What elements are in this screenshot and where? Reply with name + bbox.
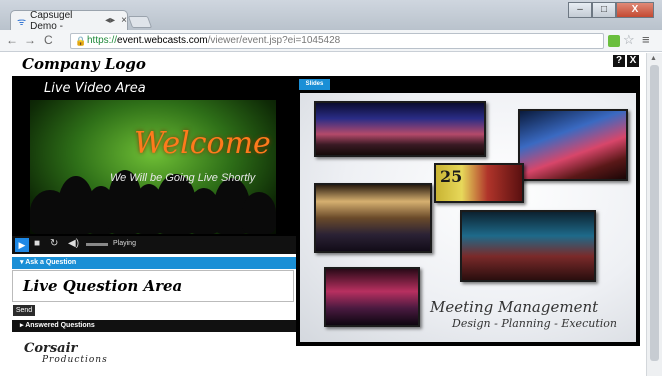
lock-icon: 🔒: [75, 36, 87, 46]
maximize-button[interactable]: □: [592, 2, 616, 18]
answered-questions-header[interactable]: ▸ Answered Questions: [12, 320, 296, 332]
anniversary-badge: 25: [440, 167, 463, 186]
event-photo: 25: [434, 163, 524, 203]
browser-tab[interactable]: ᯤ Capsugel Demo - ◂▸ ×: [10, 9, 128, 32]
event-photo: [518, 109, 628, 181]
tab-title: Capsugel Demo -: [30, 9, 73, 32]
bookmark-star-icon[interactable]: ☆: [623, 32, 635, 48]
going-live-text: We Will be Going Live Shortly: [110, 172, 256, 184]
video-player[interactable]: Live Video Area Welcome We Will be Going…: [12, 76, 296, 236]
answered-questions-label: ▸ Answered Questions: [20, 322, 95, 329]
ask-question-header[interactable]: ▾ Ask a Question: [12, 257, 296, 269]
corsair-logo-sub: Productions: [42, 355, 108, 365]
url-path: /viewer/event.jsp?ei=1045428: [207, 35, 341, 46]
event-photo: [314, 101, 486, 157]
refresh-icon[interactable]: ↻: [50, 238, 58, 249]
browser-titlebar: ᯤ Capsugel Demo - ◂▸ × – □ X: [0, 0, 662, 32]
welcome-text: Welcome: [134, 126, 271, 161]
tab-slides[interactable]: Slides: [299, 79, 330, 90]
url-scheme: https://: [87, 35, 118, 46]
volume-icon[interactable]: ◀): [68, 238, 79, 249]
slide-image: 25 Meeting Management Design - Planning …: [300, 93, 636, 342]
close-button[interactable]: X: [627, 55, 639, 67]
ask-question-label: ▾ Ask a Question: [20, 259, 77, 266]
minimize-button[interactable]: –: [568, 2, 592, 18]
back-icon[interactable]: ←: [6, 33, 18, 47]
question-area-label: Live Question Area: [23, 277, 183, 295]
stop-icon[interactable]: ■: [34, 238, 40, 249]
volume-slider[interactable]: [86, 243, 108, 246]
slide-title: Meeting Management: [430, 298, 599, 316]
corsair-logo: Corsair: [24, 341, 78, 356]
page-header: Company Logo ? X: [0, 53, 646, 75]
scroll-thumb[interactable]: [650, 65, 659, 361]
url-host: event.webcasts.com: [117, 35, 208, 46]
extension-icon[interactable]: [608, 35, 620, 47]
reload-icon[interactable]: C: [44, 33, 53, 47]
broadcast-icon: ᯤ: [17, 16, 27, 28]
question-input[interactable]: Live Question Area: [12, 270, 294, 302]
address-bar[interactable]: 🔒 https://event.webcasts.com/viewer/even…: [70, 33, 604, 49]
browser-toolbar: ← → C 🔒 https://event.webcasts.com/viewe…: [0, 30, 662, 52]
page-scrollbar[interactable]: ▲: [646, 53, 662, 376]
company-logo: Company Logo: [22, 55, 146, 73]
forward-icon[interactable]: →: [24, 33, 36, 47]
event-photo: [314, 183, 432, 253]
window-controls: – □ X: [568, 2, 654, 18]
slides-panel: Slides 25 Meeting Management Design - Pl…: [296, 76, 640, 346]
play-icon[interactable]: ▶: [15, 238, 29, 252]
help-button[interactable]: ?: [613, 55, 625, 67]
slide-subtitle: Design - Planning - Execution: [452, 317, 617, 330]
menu-icon[interactable]: ≡: [642, 32, 650, 47]
playback-status: Playing: [113, 240, 136, 247]
video-area-label: Live Video Area: [44, 81, 146, 96]
event-photo: [460, 210, 596, 282]
tab-audio-icon: ◂▸: [105, 15, 116, 26]
event-photo: [324, 267, 420, 327]
tab-close-icon[interactable]: ×: [121, 15, 127, 26]
video-frame: Welcome We Will be Going Live Shortly: [30, 100, 276, 234]
scroll-up-icon[interactable]: ▲: [650, 55, 657, 62]
player-controls: ▶ ■ ↻ ◀) Playing: [12, 236, 296, 254]
new-tab-button[interactable]: [127, 16, 153, 28]
window-close-button[interactable]: X: [616, 2, 654, 18]
send-button[interactable]: Send: [13, 305, 35, 316]
